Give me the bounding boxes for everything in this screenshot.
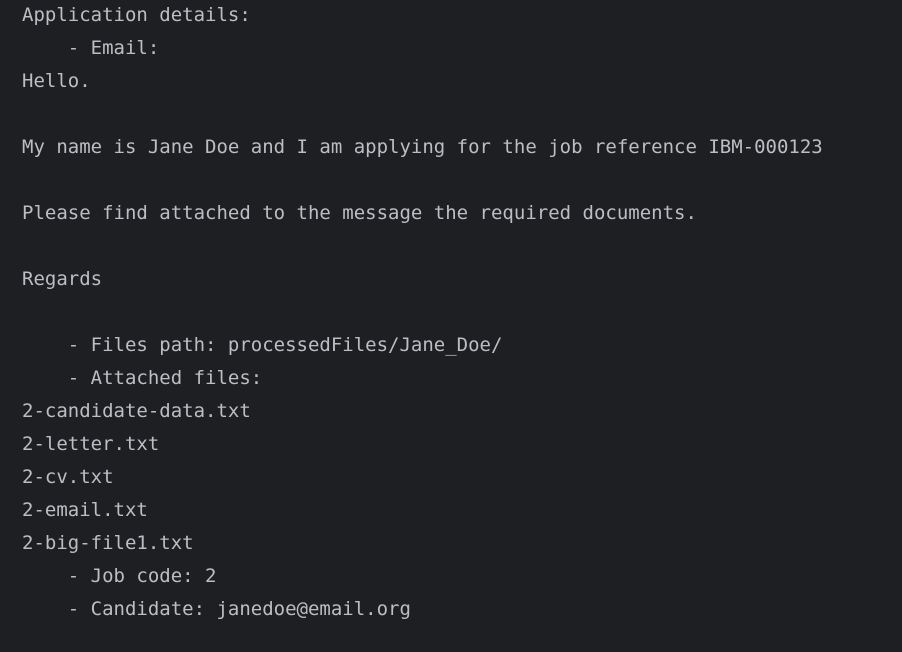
console-line: - Job code: 2 xyxy=(22,565,217,587)
console-output: Application details: - Email: Hello. My … xyxy=(0,0,902,652)
console-line: Application details: xyxy=(22,4,251,26)
console-line: 2-letter.txt xyxy=(22,433,160,455)
console-line: My name is Jane Doe and I am applying fo… xyxy=(22,136,823,158)
console-line: 2-email.txt xyxy=(22,499,148,521)
console-line: 2-candidate-data.txt xyxy=(22,400,251,422)
console-line: - Email: xyxy=(22,37,160,59)
console-line: 2-cv.txt xyxy=(22,466,114,488)
console-line: 2-big-file1.txt xyxy=(22,532,194,554)
console-line: - Attached files: xyxy=(22,367,263,389)
console-line: - Candidate: janedoe@email.org xyxy=(22,598,411,620)
console-line: Regards xyxy=(22,268,103,290)
console-line: Hello. xyxy=(22,70,91,92)
console-line: - Files path: processedFiles/Jane_Doe/ xyxy=(22,334,503,356)
console-line: Please find attached to the message the … xyxy=(22,202,697,224)
